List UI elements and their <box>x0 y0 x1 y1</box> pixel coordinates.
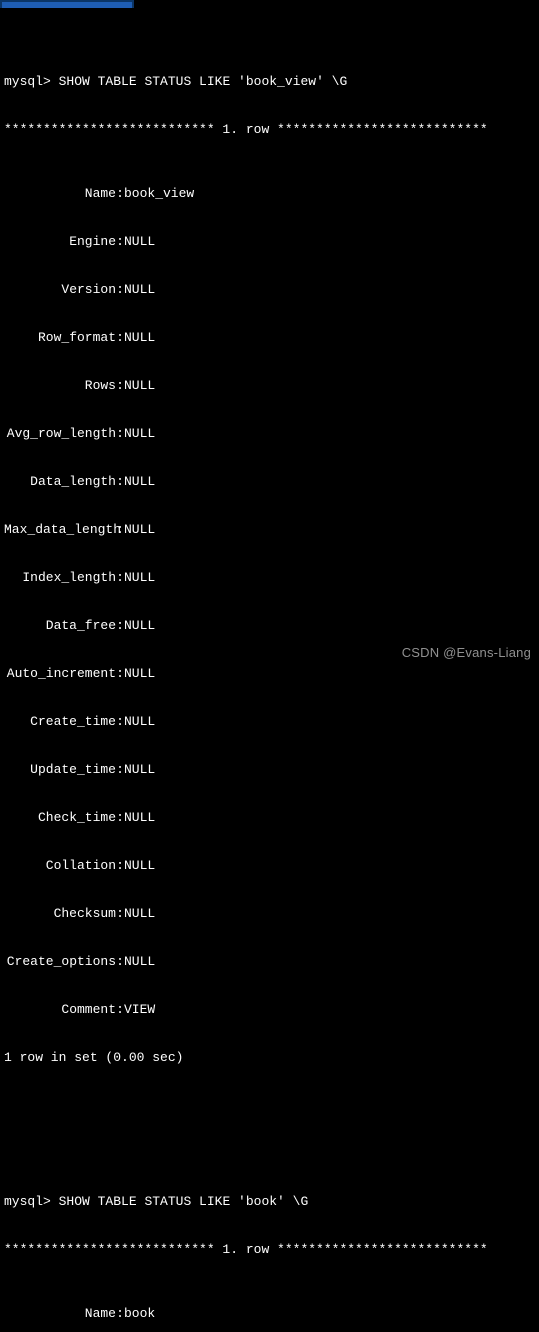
row-header: *************************** 1. row *****… <box>4 1242 535 1258</box>
prompt-line: mysql> SHOW TABLE STATUS LIKE 'book_view… <box>4 74 535 90</box>
result-field: Avg_row_length: NULL <box>4 426 535 442</box>
result-field: Version: NULL <box>4 282 535 298</box>
row-header: *************************** 1. row *****… <box>4 122 535 138</box>
result-field: Name: book_view <box>4 186 535 202</box>
result-field: Data_free: NULL <box>4 618 535 634</box>
mysql-prompt: mysql> <box>4 1194 51 1209</box>
result-field: Engine: NULL <box>4 234 535 250</box>
field-key: Name <box>4 186 116 202</box>
mysql-prompt: mysql> <box>4 74 51 89</box>
result-field: Row_format: NULL <box>4 330 535 346</box>
result-field: Create_time: NULL <box>4 714 535 730</box>
result-footer: 1 row in set (0.00 sec) <box>4 1050 535 1066</box>
result-field: Name: book <box>4 1306 535 1322</box>
result-field: Max_data_length: NULL <box>4 522 535 538</box>
result-field: Auto_increment: NULL <box>4 666 535 682</box>
result-field: Checksum: NULL <box>4 906 535 922</box>
field-value: book_view <box>124 186 194 202</box>
terminal-output[interactable]: mysql> SHOW TABLE STATUS LIKE 'book_view… <box>0 10 539 1332</box>
result-field: Create_options: NULL <box>4 954 535 970</box>
result-field: Check_time: NULL <box>4 810 535 826</box>
result-field: Index_length: NULL <box>4 570 535 586</box>
result-field: Update_time: NULL <box>4 762 535 778</box>
result-field: Data_length: NULL <box>4 474 535 490</box>
watermark-text: CSDN @Evans-Liang <box>402 645 531 660</box>
result-field: Rows: NULL <box>4 378 535 394</box>
result-field: Collation: NULL <box>4 858 535 874</box>
blank-line <box>4 1114 535 1130</box>
window-tab-stub <box>0 0 134 8</box>
command-text: SHOW TABLE STATUS LIKE 'book' \G <box>59 1194 309 1209</box>
result-field: Comment: VIEW <box>4 1002 535 1018</box>
prompt-line: mysql> SHOW TABLE STATUS LIKE 'book' \G <box>4 1194 535 1210</box>
command-text: SHOW TABLE STATUS LIKE 'book_view' \G <box>59 74 348 89</box>
